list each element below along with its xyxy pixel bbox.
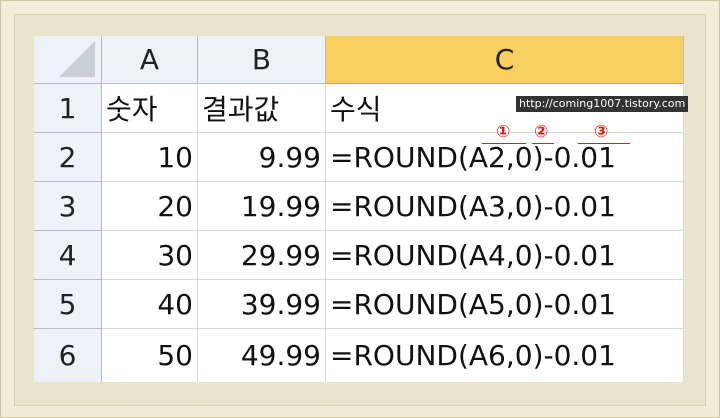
row-header-3[interactable]: 3 xyxy=(34,182,102,231)
cell-b6[interactable]: 49.99 xyxy=(198,329,326,382)
row-header-6[interactable]: 6 xyxy=(34,329,102,382)
cell-a3[interactable]: 20 xyxy=(102,182,198,231)
cell-b5[interactable]: 39.99 xyxy=(198,280,326,329)
annotation-underline-3 xyxy=(578,143,630,144)
spreadsheet-grid: A B C 1 숫자 결과값 수식 2 10 9.99 =ROUND(A2,0)… xyxy=(34,36,684,382)
cell-c4[interactable]: =ROUND(A4,0)-0.01 xyxy=(326,231,684,280)
cell-a4[interactable]: 30 xyxy=(102,231,198,280)
cell-c6[interactable]: =ROUND(A6,0)-0.01 xyxy=(326,329,684,382)
row-header-5[interactable]: 5 xyxy=(34,280,102,329)
annotation-underline-2 xyxy=(532,143,554,144)
select-all-triangle-icon xyxy=(59,41,95,77)
annotation-marker-1: ① xyxy=(496,122,511,142)
annotation-marker-2: ② xyxy=(534,122,549,142)
cell-a5[interactable]: 40 xyxy=(102,280,198,329)
cell-b4[interactable]: 29.99 xyxy=(198,231,326,280)
cell-a1[interactable]: 숫자 xyxy=(102,84,198,133)
column-header-b[interactable]: B xyxy=(198,36,326,84)
cell-c5[interactable]: =ROUND(A5,0)-0.01 xyxy=(326,280,684,329)
column-header-a[interactable]: A xyxy=(102,36,198,84)
row-header-4[interactable]: 4 xyxy=(34,231,102,280)
cell-c3[interactable]: =ROUND(A3,0)-0.01 xyxy=(326,182,684,231)
cell-b1[interactable]: 결과값 xyxy=(198,84,326,133)
column-header-c[interactable]: C xyxy=(326,36,684,84)
annotation-marker-3: ③ xyxy=(594,122,609,142)
annotation-underline-1 xyxy=(482,143,526,144)
cell-b3[interactable]: 19.99 xyxy=(198,182,326,231)
select-all-corner[interactable] xyxy=(34,36,102,84)
row-header-2[interactable]: 2 xyxy=(34,133,102,182)
cell-a2[interactable]: 10 xyxy=(102,133,198,182)
cell-a6[interactable]: 50 xyxy=(102,329,198,382)
blog-watermark: http://coming1007.tistory.com xyxy=(516,96,689,112)
cell-b2[interactable]: 9.99 xyxy=(198,133,326,182)
row-header-1[interactable]: 1 xyxy=(34,84,102,133)
